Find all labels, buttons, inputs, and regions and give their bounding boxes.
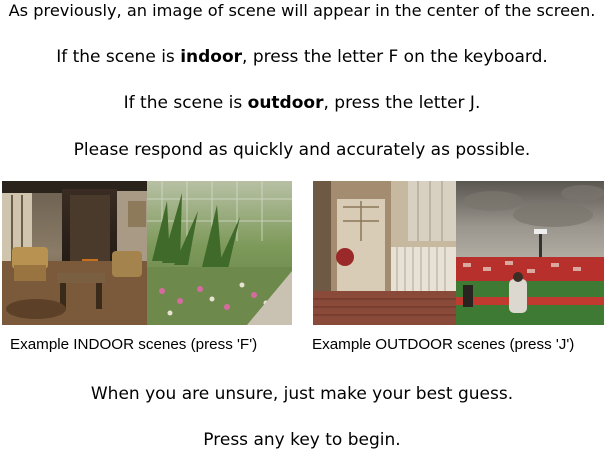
instruction-indoor-keyword: indoor bbox=[180, 47, 243, 67]
instruction-best-guess: When you are unsure, just make your best… bbox=[90, 384, 514, 404]
outdoor-example-picture bbox=[313, 181, 604, 325]
indoor-example-images bbox=[2, 181, 292, 325]
instruction-indoor: If the scene is indoor, press the letter… bbox=[0, 46, 604, 68]
instruction-outdoor-keyword: outdoor bbox=[247, 93, 324, 113]
instruction-indoor-prefix: If the scene is bbox=[56, 47, 181, 67]
indoor-example-picture bbox=[2, 181, 292, 325]
instruction-respond-quickly: Please respond as quickly and accurately… bbox=[73, 140, 531, 160]
instruction-indoor-suffix: , press the letter F on the keyboard. bbox=[242, 47, 548, 67]
outdoor-example-caption: Example OUTDOOR scenes (press 'J') bbox=[312, 336, 575, 353]
outdoor-example-images bbox=[313, 181, 604, 325]
instruction-outdoor-suffix: , press the letter J. bbox=[323, 93, 481, 113]
indoor-example-caption: Example INDOOR scenes (press 'F') bbox=[10, 336, 258, 353]
instruction-outdoor-prefix: If the scene is bbox=[123, 93, 248, 113]
instruction-outdoor: If the scene is outdoor, press the lette… bbox=[0, 92, 604, 114]
instruction-scene-appear: As previously, an image of scene will ap… bbox=[8, 1, 596, 20]
instruction-press-any-key: Press any key to begin. bbox=[203, 430, 401, 450]
